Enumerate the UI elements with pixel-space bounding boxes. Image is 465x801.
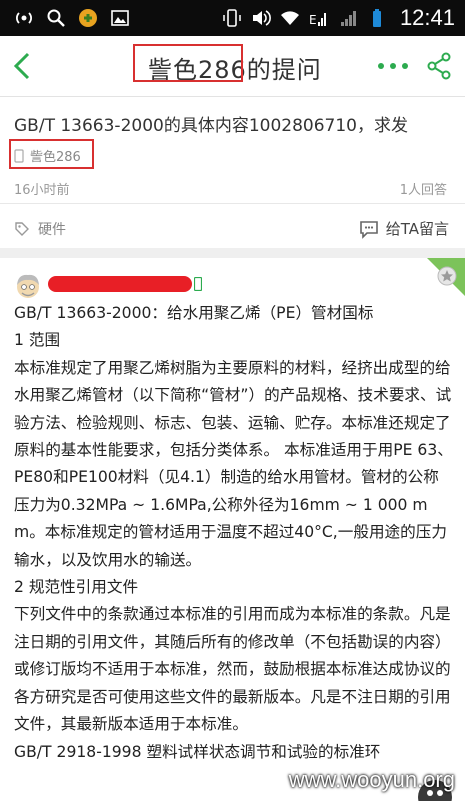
- divider: [0, 203, 465, 204]
- best-answer-badge-icon: [427, 258, 465, 296]
- image-icon: [111, 10, 129, 26]
- answer-section-1-title: 1 范围: [14, 331, 61, 350]
- answer-section-1-body: 本标准规定了用聚乙烯树脂为主要原料的材料，经挤出成型的给水用聚乙烯管材（以下简称…: [14, 358, 453, 569]
- status-time: 12:41: [399, 5, 455, 30]
- signal-2-icon: [340, 11, 356, 26]
- tag-label: 硬件: [38, 222, 66, 238]
- status-bar: E 12:41: [0, 0, 465, 36]
- question-title: GB/T 13663-2000的具体内容1002806710，求发: [14, 116, 408, 136]
- redacted-username: [48, 276, 192, 292]
- mobile-icon: [194, 277, 202, 291]
- svg-text:E: E: [309, 13, 317, 27]
- question-time: 16小时前: [14, 183, 70, 198]
- share-icon[interactable]: [426, 52, 452, 80]
- volume-icon: [252, 10, 271, 26]
- avatar[interactable]: [14, 272, 42, 300]
- answer-count: 1人回答: [399, 183, 447, 198]
- back-arrow-icon[interactable]: [10, 50, 34, 82]
- highlight-box-author: [9, 139, 94, 169]
- answer-reference-line: GB/T 2918-1998 塑料试样状态调节和试验的标准环: [14, 742, 381, 761]
- more-icon[interactable]: [376, 60, 410, 72]
- search-icon: [47, 9, 65, 27]
- answer-section-2-title: 2 规范性引用文件: [14, 578, 139, 597]
- leave-message-label: 给TA留言: [385, 220, 449, 238]
- wifi-icon: [280, 11, 299, 25]
- signal-1-icon: E: [309, 13, 326, 27]
- tag-icon: [15, 222, 29, 236]
- app-icon: [79, 9, 97, 27]
- message-icon: [359, 220, 378, 239]
- watermark-text: www.wooyun.org: [288, 767, 455, 792]
- category-tag[interactable]: 硬件: [14, 219, 66, 239]
- answer-card: GB/T 13663-2000：给水用聚乙烯（PE）管材国标 1 范围 本标准规…: [0, 258, 465, 801]
- wireless-icon: [16, 12, 32, 24]
- battery-icon: [372, 9, 381, 27]
- vibrate-icon: [223, 9, 241, 27]
- answer-heading: GB/T 13663-2000：给水用聚乙烯（PE）管材国标: [14, 304, 374, 322]
- highlight-box-title: [133, 44, 243, 82]
- answer-section-2-body: 下列文件中的条款通过本标准的引用而成为本标准的条款。凡是注日期的引用文件，其随后…: [14, 605, 451, 734]
- leave-message-button[interactable]: 给TA留言: [358, 218, 449, 239]
- answer-body: GB/T 13663-2000：给水用聚乙烯（PE）管材国标 1 范围 本标准规…: [14, 300, 454, 766]
- section-divider: [0, 248, 465, 258]
